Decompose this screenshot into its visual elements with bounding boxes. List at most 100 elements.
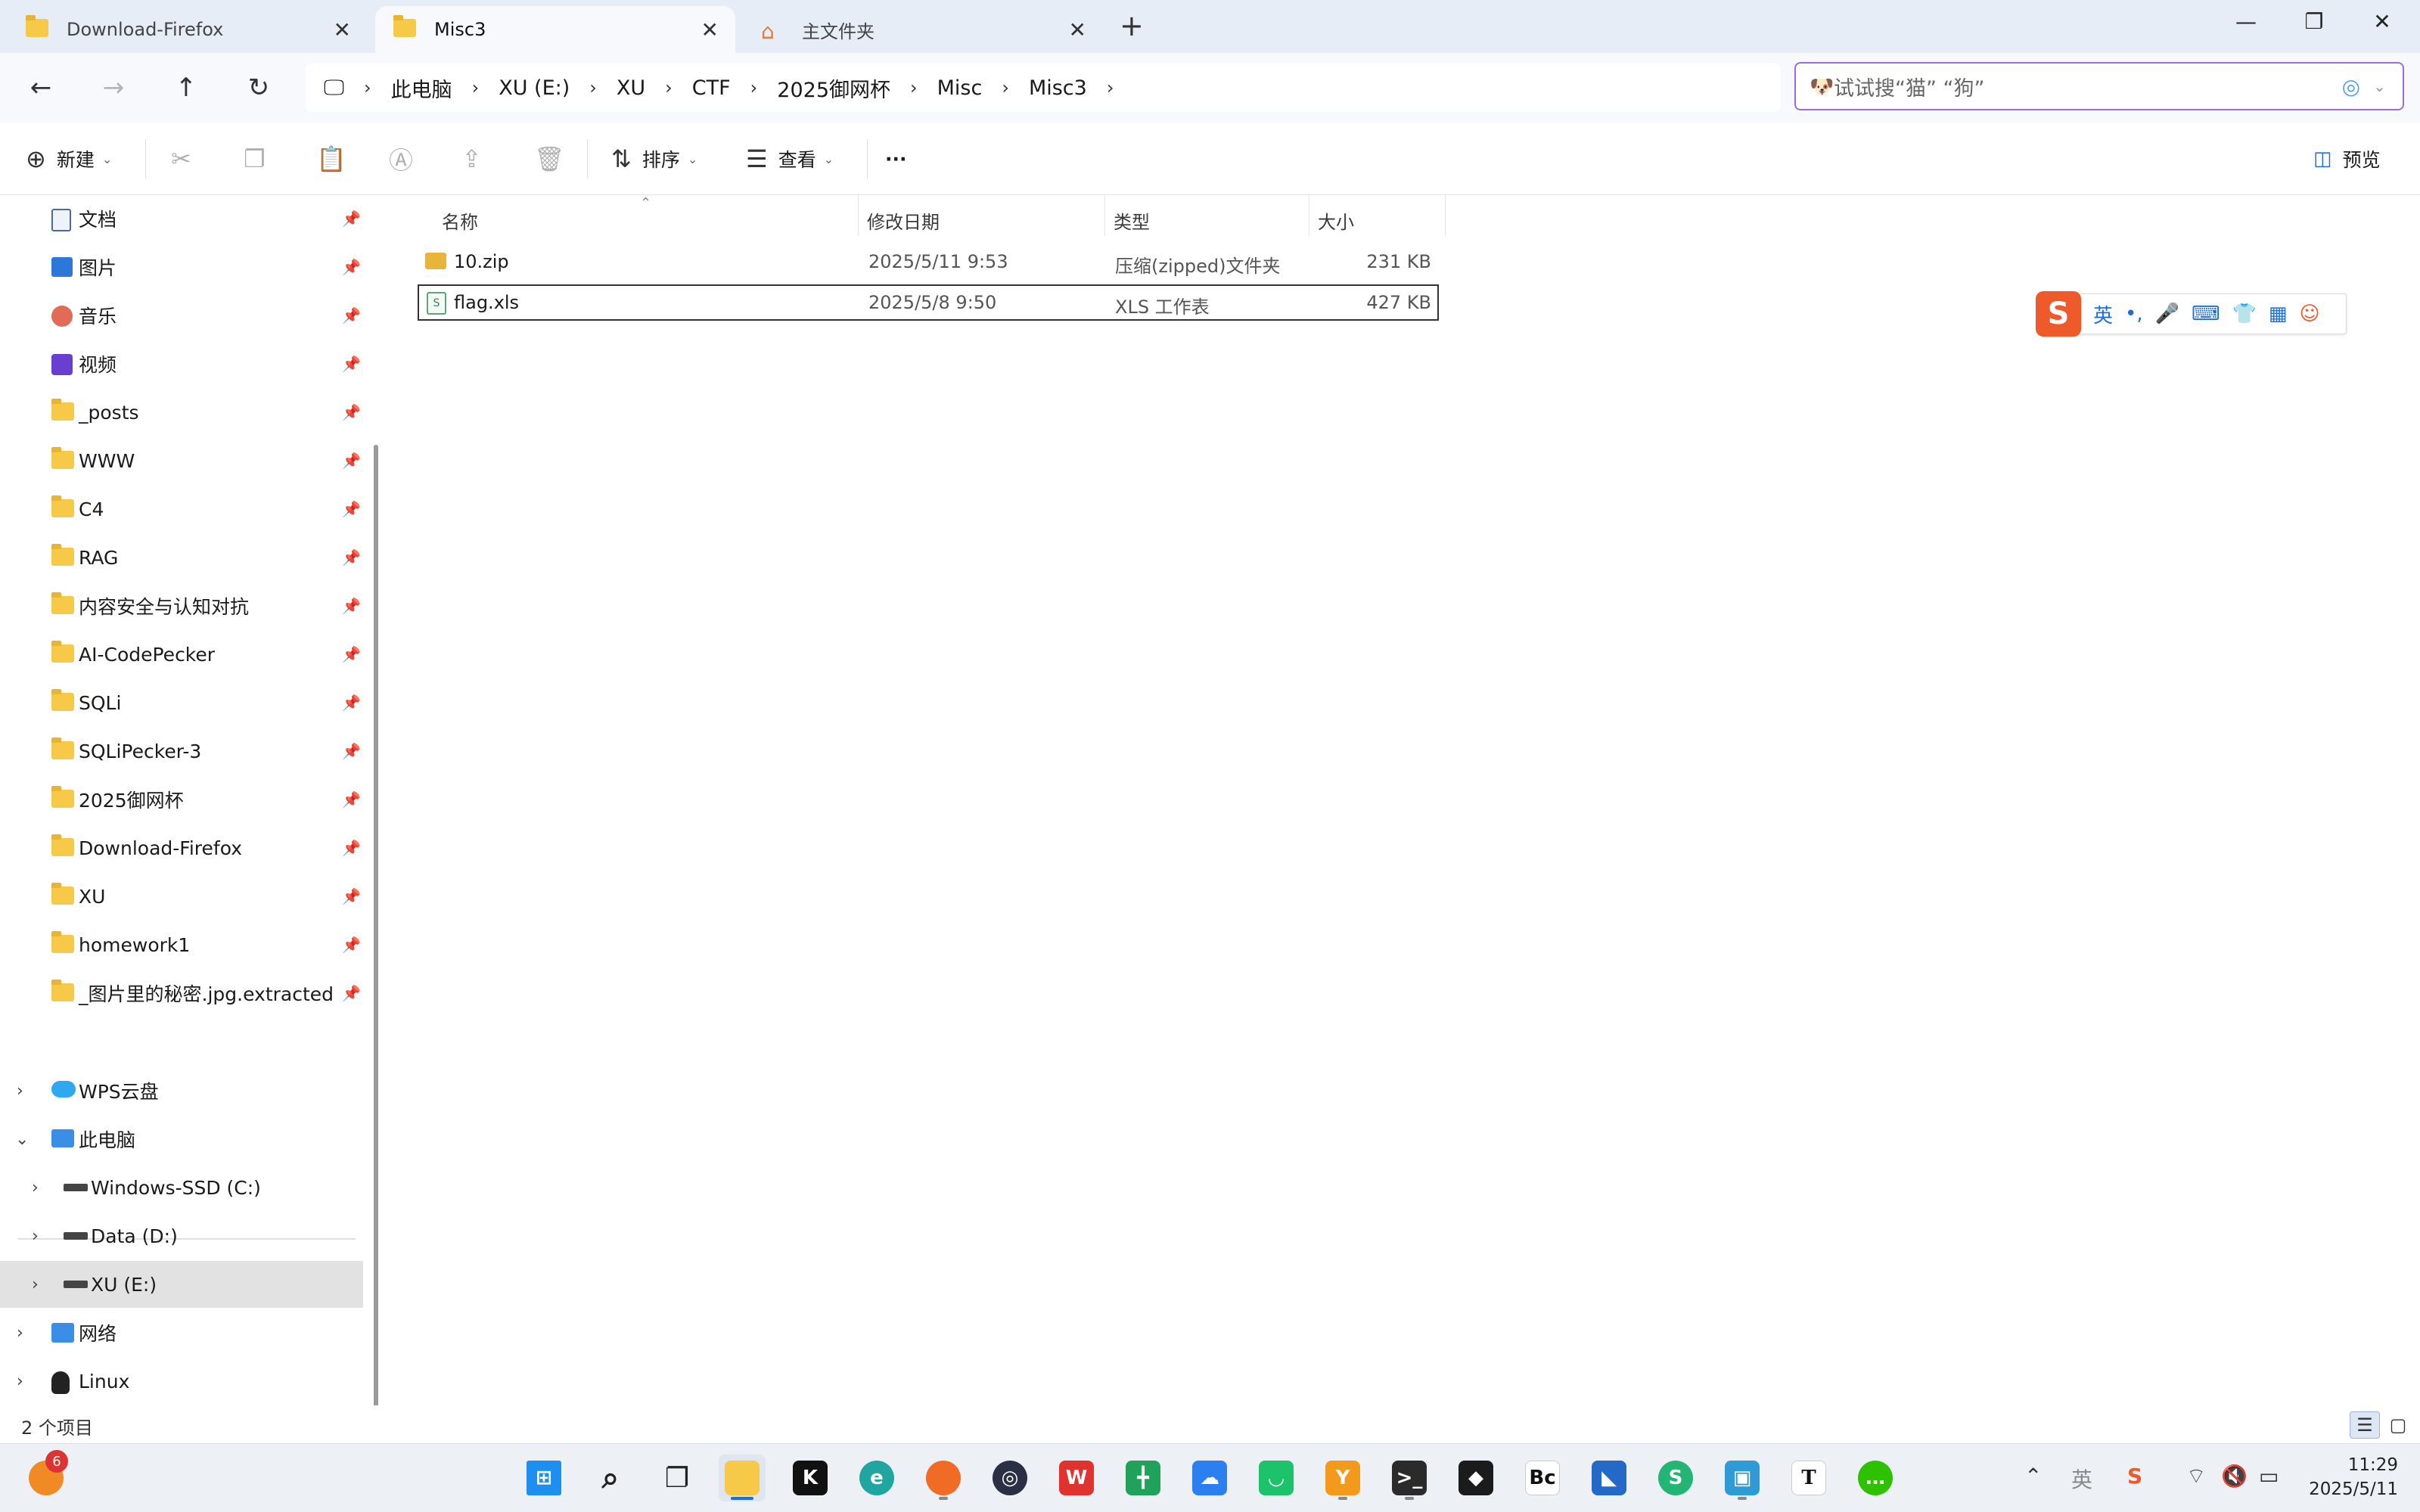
skin-icon[interactable]: 👕 bbox=[2232, 303, 2257, 325]
windows-start-icon[interactable]: ⊞ bbox=[520, 1455, 567, 1501]
ime-mode[interactable]: 英 bbox=[2093, 300, 2113, 328]
volume-muted-icon[interactable]: 🔇 bbox=[2221, 1464, 2248, 1489]
typora-icon[interactable]: T bbox=[1785, 1455, 1832, 1501]
breadcrumb-item[interactable]: 2025御网杯 bbox=[777, 73, 890, 103]
chevron-down-icon[interactable]: ⌄ bbox=[2373, 77, 2386, 95]
vmware-icon[interactable]: ▣ bbox=[1719, 1455, 1766, 1501]
sidebar-item-posts[interactable]: _posts 📌 bbox=[0, 389, 363, 436]
forward-button[interactable]: → bbox=[91, 68, 136, 107]
restore-button[interactable]: ❐ bbox=[2280, 0, 2348, 42]
column-header-size[interactable]: 大小 bbox=[1318, 201, 1354, 239]
sidebar-item-content-security[interactable]: 内容安全与认知对抗 📌 bbox=[0, 582, 363, 629]
clock[interactable]: 11:29 2025/5/11 bbox=[2300, 1453, 2398, 1501]
tiles-view-button[interactable]: ▢ bbox=[2383, 1411, 2413, 1439]
sidebar-item-music[interactable]: 音乐 📌 bbox=[0, 292, 363, 339]
new-tab-button[interactable]: + bbox=[1120, 9, 1144, 42]
microphone-icon[interactable]: 🎤 bbox=[2155, 303, 2179, 325]
sidebar-item-linux[interactable]: › Linux bbox=[0, 1358, 363, 1405]
chevron-up-icon[interactable]: ⌃ bbox=[2024, 1464, 2042, 1489]
app-blue-icon[interactable]: ◣ bbox=[1586, 1455, 1632, 1501]
sidebar-item-network[interactable]: › 网络 bbox=[0, 1309, 363, 1356]
sidebar-item-2025-yuwangbei[interactable]: 2025御网杯 📌 bbox=[0, 776, 363, 823]
tab-home[interactable]: ⌂ 主文件夹 ✕ bbox=[743, 6, 1103, 53]
close-window-button[interactable]: ✕ bbox=[2348, 0, 2416, 42]
keyboard-icon[interactable]: ⌨ bbox=[2192, 303, 2220, 325]
pin-icon[interactable]: 📌 bbox=[342, 790, 361, 809]
sidebar-item-sqlipecker-3[interactable]: SQLiPecker-3 📌 bbox=[0, 728, 363, 775]
pin-icon[interactable]: 📌 bbox=[342, 452, 361, 470]
close-icon[interactable]: ✕ bbox=[701, 17, 719, 42]
chevron-right-icon[interactable]: › bbox=[32, 1227, 39, 1246]
breadcrumb-item[interactable]: Misc bbox=[937, 76, 983, 100]
chevron-right-icon[interactable]: › bbox=[17, 1372, 23, 1391]
sogou-logo-icon[interactable]: S bbox=[2036, 291, 2081, 337]
pin-icon[interactable]: 📌 bbox=[342, 839, 361, 857]
chevron-right-icon[interactable]: › bbox=[32, 1178, 39, 1197]
sidebar-item-videos[interactable]: 视频 📌 bbox=[0, 340, 363, 387]
chevron-right-icon[interactable]: › bbox=[17, 1324, 23, 1343]
sort-button[interactable]: ⇅ 排序 ⌄ bbox=[611, 141, 697, 177]
sidebar-item-sqli[interactable]: SQLi 📌 bbox=[0, 679, 363, 726]
green-s-icon[interactable]: S bbox=[1652, 1455, 1699, 1501]
close-icon[interactable]: ✕ bbox=[334, 17, 351, 42]
share-button[interactable]: ⇪ bbox=[461, 141, 492, 177]
sidebar-item-ai-codepecker[interactable]: AI-CodePecker 📌 bbox=[0, 631, 363, 678]
breadcrumb-item[interactable]: CTF bbox=[692, 76, 731, 100]
pin-icon[interactable]: 📌 bbox=[342, 210, 361, 228]
orange-app-icon[interactable]: Y bbox=[1319, 1455, 1366, 1501]
sidebar-item-this-pc[interactable]: ⌄ 此电脑 bbox=[0, 1116, 363, 1163]
mascot-icon[interactable]: ☺ bbox=[2299, 303, 2319, 325]
ai-search-icon[interactable]: ◎ bbox=[2342, 74, 2360, 99]
search-icon[interactable]: ⌕ bbox=[587, 1455, 634, 1501]
delete-button[interactable]: 🗑 bbox=[534, 141, 576, 177]
pin-icon[interactable]: 📌 bbox=[342, 984, 361, 1002]
pin-icon[interactable]: 📌 bbox=[342, 694, 361, 712]
chevron-down-icon[interactable]: ⌄ bbox=[15, 1130, 29, 1149]
edge-icon[interactable]: e bbox=[853, 1455, 900, 1501]
preview-button[interactable]: ◫ 预览 bbox=[2313, 141, 2381, 177]
breadcrumb-item[interactable]: 此电脑 bbox=[391, 73, 452, 103]
sheets-icon[interactable]: ╋ bbox=[1120, 1455, 1167, 1501]
file-row-10-zip[interactable]: 10.zip 2025/5/11 9:53 压缩(zipped)文件夹 231 … bbox=[418, 244, 1439, 280]
pin-icon[interactable]: 📌 bbox=[342, 403, 361, 421]
sogou-tray-icon[interactable]: S bbox=[2127, 1464, 2142, 1489]
sidebar-item-rag[interactable]: RAG 📌 bbox=[0, 534, 363, 581]
tab-misc3[interactable]: Misc3 ✕ bbox=[375, 6, 735, 53]
tab-download-firefox[interactable]: Download-Firefox ✕ bbox=[8, 6, 368, 53]
column-header-name[interactable]: 名称 bbox=[442, 201, 478, 239]
tray-ime-label[interactable]: 英 bbox=[2071, 1464, 2092, 1494]
sidebar-item-download-firefox[interactable]: Download-Firefox 📌 bbox=[0, 824, 363, 871]
sidebar-item-wps-cloud[interactable]: › WPS云盘 bbox=[0, 1067, 363, 1114]
new-button[interactable]: ⊕ 新建 ⌄ bbox=[26, 141, 112, 177]
pin-icon[interactable]: 📌 bbox=[342, 500, 361, 518]
sidebar-scrollbar[interactable] bbox=[374, 445, 378, 1504]
rename-button[interactable]: Ⓐ bbox=[389, 141, 424, 177]
sidebar-item-data-d[interactable]: › Data (D:) bbox=[0, 1212, 363, 1259]
sidebar-item-www[interactable]: WWW 📌 bbox=[0, 437, 363, 484]
sidebar-item-windows-ssd[interactable]: › Windows-SSD (C:) bbox=[0, 1164, 363, 1211]
sidebar-item-pictures[interactable]: 图片 📌 bbox=[0, 244, 363, 290]
cloud-app-icon[interactable]: ☁ bbox=[1186, 1455, 1233, 1501]
terminal-icon[interactable]: >_ bbox=[1386, 1455, 1433, 1501]
cut-button[interactable]: ✂ bbox=[171, 141, 202, 177]
sidebar-item-c4[interactable]: C4 📌 bbox=[0, 486, 363, 532]
more-button[interactable]: ··· bbox=[885, 141, 907, 177]
pin-icon[interactable]: 📌 bbox=[342, 597, 361, 615]
wps-icon[interactable]: W bbox=[1053, 1455, 1100, 1501]
breadcrumb-item[interactable]: Misc3 bbox=[1029, 76, 1087, 100]
column-header-modified[interactable]: 修改日期 bbox=[867, 201, 940, 239]
breadcrumb-item[interactable]: XU (E:) bbox=[499, 76, 570, 100]
task-view-icon[interactable]: ❐ bbox=[654, 1455, 701, 1501]
sidebar-item-homework1[interactable]: homework1 📌 bbox=[0, 921, 363, 968]
bc-app-icon[interactable]: Bc bbox=[1519, 1455, 1566, 1501]
pin-icon[interactable]: 📌 bbox=[342, 936, 361, 954]
pin-icon[interactable]: 📌 bbox=[342, 355, 361, 373]
pin-icon[interactable]: 📌 bbox=[342, 887, 361, 905]
battery-icon[interactable]: ▭ bbox=[2259, 1464, 2279, 1489]
search-input[interactable]: 🐶 试试搜“猫” “狗” ◎ ⌄ bbox=[1794, 62, 2404, 110]
refresh-button[interactable]: ↻ bbox=[236, 68, 281, 107]
toolbox-icon[interactable]: ▦ bbox=[2269, 303, 2288, 325]
breadcrumb[interactable]: 🖵 › 此电脑 › XU (E:) › XU › CTF › 2025御网杯 › Misc… bbox=[306, 64, 1781, 112]
ime-punct[interactable]: •, bbox=[2125, 303, 2143, 325]
pin-icon[interactable]: 📌 bbox=[342, 548, 361, 567]
